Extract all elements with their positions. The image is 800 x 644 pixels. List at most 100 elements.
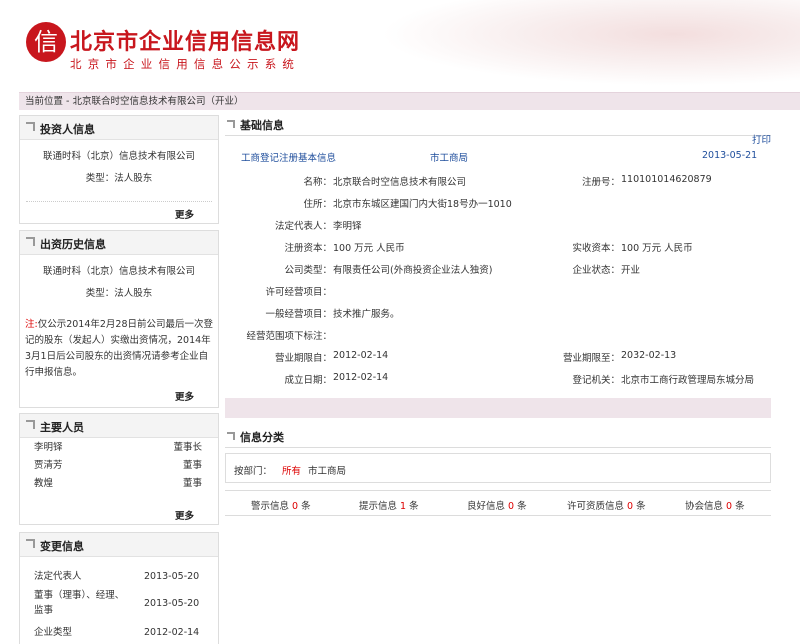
divider: [225, 447, 771, 448]
capital-history-panel: 出资历史信息 联通时科（北京）信息技术有限公司 类型：法人股东 注:仅公示201…: [19, 230, 219, 408]
person-role: 董事长: [173, 442, 202, 453]
change-item: 董事（理事）、经理、监事: [34, 590, 125, 616]
person-name: 教煌: [34, 478, 54, 489]
person-role: 董事: [182, 478, 202, 489]
authority-link[interactable]: 市工商局: [430, 150, 468, 164]
stat-unit: 条: [735, 501, 745, 512]
record-date: 2013-05-21: [702, 150, 758, 161]
department-filter-label: 按部门：: [234, 466, 273, 477]
general-scope-value: 技术推广服务。: [333, 309, 400, 320]
stat-unit: 条: [301, 501, 311, 512]
change-info-header: 变更信息: [20, 533, 218, 557]
basic-info-title: 基础信息: [240, 119, 284, 132]
investor-panel-title: 投资人信息: [40, 123, 95, 136]
stat-count: 0: [726, 501, 733, 512]
reg-capital-label: 注册资本：: [284, 243, 332, 254]
site-subtitle: 北京市企业信用信息公示系统: [70, 57, 301, 71]
established-label: 成立日期：: [284, 375, 332, 386]
investor-panel: 投资人信息 联通时科（北京）信息技术有限公司 类型：法人股东 更多: [19, 115, 219, 224]
stat-warning[interactable]: 警示信息 0 条: [251, 498, 311, 512]
stat-association[interactable]: 协会信息 0 条: [685, 498, 745, 512]
status-label: 企业状态：: [572, 265, 620, 276]
person-role: 董事: [182, 460, 202, 471]
print-link[interactable]: 打印: [752, 132, 771, 146]
name-label: 名称：: [303, 177, 332, 188]
legal-rep-label: 法定代表人：: [274, 221, 332, 232]
note-prefix: 注:: [25, 319, 38, 330]
person-name: 李明铎: [34, 442, 63, 453]
staff-more-link[interactable]: 更多: [175, 508, 194, 522]
stat-good[interactable]: 良好信息 0 条: [467, 498, 527, 512]
stat-notice[interactable]: 提示信息 1 条: [359, 498, 419, 512]
arrow-icon: [227, 432, 235, 440]
address-value: 北京市东城区建国门内大街18号办一1010: [333, 199, 512, 210]
registry-office-value: 北京市工商行政管理局东城分局: [621, 375, 755, 386]
change-date: 2013-05-20: [144, 598, 200, 609]
arrow-icon: [26, 420, 35, 429]
site-title: 北京市企业信用信息网: [70, 29, 301, 55]
classification-title: 信息分类: [240, 431, 284, 444]
list-item: 李明铎 董事长: [34, 439, 202, 457]
company-type-value: 有限责任公司(外商投资企业法人独资): [333, 265, 493, 276]
stat-unit: 条: [409, 501, 419, 512]
change-date: 2012-02-14: [144, 627, 200, 638]
change-info-panel: 变更信息 法定代表人 2013-05-20 董事（理事）、经理、监事 2013-…: [19, 532, 219, 644]
history-investor-name: 联通时科（北京）信息技术有限公司: [42, 266, 195, 277]
paid-capital-label: 实收资本：: [572, 243, 620, 254]
investor-more-link[interactable]: 更多: [175, 207, 194, 221]
arrow-icon: [26, 539, 35, 548]
stat-label: 提示信息: [359, 501, 398, 512]
investor-type: 类型：法人股东: [85, 173, 153, 184]
reg-capital-value: 100 万元 人民币: [333, 243, 405, 254]
address-label: 住所：: [303, 199, 332, 210]
change-item: 法定代表人: [34, 571, 82, 582]
arrow-icon: [26, 237, 35, 246]
divider: [26, 201, 212, 202]
list-item: 贾清芳 董事: [34, 457, 202, 475]
stat-unit: 条: [517, 501, 527, 512]
filter-all-option[interactable]: 所有: [282, 463, 301, 477]
scope-note-label: 经营范围项下标注：: [246, 331, 332, 342]
logo-seal-icon: 信: [26, 22, 66, 62]
header-cloud-decoration: [380, 0, 800, 86]
person-name: 贾清芳: [34, 460, 63, 471]
established-value: 2012-02-14: [333, 372, 389, 383]
registry-office-label: 登记机关：: [572, 375, 620, 386]
general-scope-label: 一般经营项目：: [265, 309, 332, 320]
filter-bureau-option[interactable]: 市工商局: [308, 463, 346, 477]
stat-label: 良好信息: [467, 501, 506, 512]
key-personnel-header: 主要人员: [20, 414, 218, 438]
term-from-value: 2012-02-14: [333, 350, 389, 361]
info-stats-bar: 警示信息 0 条 提示信息 1 条 良好信息 0 条 许可资质信息 0 条 协会…: [225, 490, 771, 516]
list-item: 董事（理事）、经理、监事 2013-05-20: [34, 588, 204, 620]
stat-label: 协会信息: [685, 501, 724, 512]
history-more-link[interactable]: 更多: [175, 389, 194, 403]
paid-capital-value: 100 万元 人民币: [621, 243, 693, 254]
permit-scope-label: 许可经营项目：: [265, 287, 332, 298]
regno-value: 110101014620879: [621, 174, 712, 185]
stat-license[interactable]: 许可资质信息 0 条: [567, 498, 646, 512]
company-type-label: 公司类型：: [284, 265, 332, 276]
stat-count: 0: [292, 501, 299, 512]
name-value: 北京联合时空信息技术有限公司: [333, 177, 467, 188]
capital-history-title: 出资历史信息: [40, 238, 106, 251]
regno-label: 注册号：: [581, 177, 620, 188]
stat-label: 警示信息: [251, 501, 290, 512]
department-filter: 按部门： 所有 市工商局: [225, 453, 771, 483]
stat-count: 1: [400, 501, 407, 512]
term-to-value: 2032-02-13: [621, 350, 677, 361]
note-text: 仅公示2014年2月28日前公司最后一次登记的股东（发起人）实缴出资情况，201…: [25, 319, 214, 378]
list-item: 教煌 董事: [34, 475, 202, 493]
term-to-label: 营业期限至：: [562, 353, 620, 364]
registration-info-link[interactable]: 工商登记注册基本信息: [241, 150, 336, 164]
change-date: 2013-05-20: [144, 571, 200, 582]
change-info-title: 变更信息: [40, 540, 84, 553]
investor-panel-header: 投资人信息: [20, 116, 218, 140]
legal-rep-value: 李明铎: [333, 221, 362, 232]
list-item: 法定代表人 2013-05-20: [34, 569, 204, 585]
capital-history-header: 出资历史信息: [20, 231, 218, 255]
history-investor-type: 类型：法人股东: [85, 288, 153, 299]
list-item: 企业类型 2012-02-14: [34, 625, 204, 641]
stat-count: 0: [627, 501, 634, 512]
status-value: 开业: [621, 265, 641, 276]
